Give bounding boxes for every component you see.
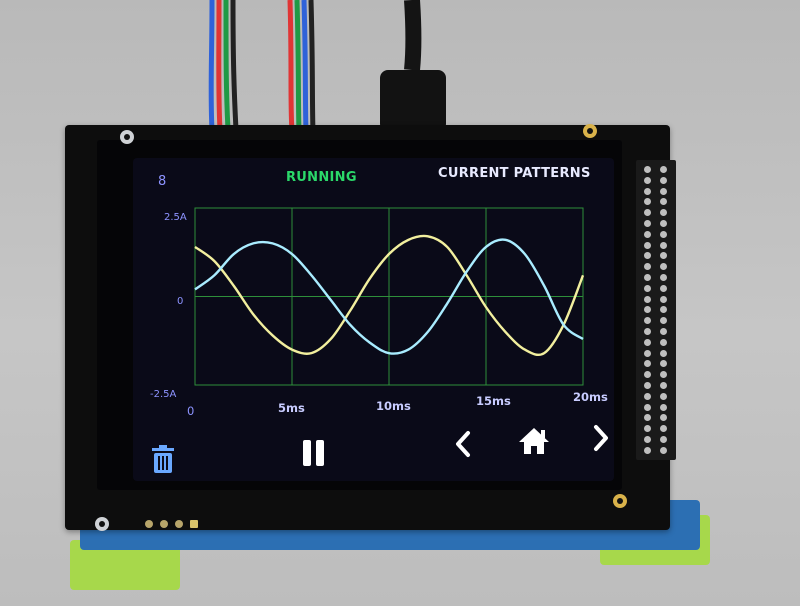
header-pin <box>660 436 667 443</box>
header-pin <box>644 446 651 454</box>
header-pin <box>644 328 651 335</box>
header-pin <box>660 295 667 303</box>
connector-pad <box>145 520 153 528</box>
header-pin <box>644 209 651 217</box>
header-pin <box>660 306 667 314</box>
header-pin <box>660 371 667 379</box>
header-pin <box>660 252 667 260</box>
header-pin <box>660 360 667 368</box>
pause-icon[interactable] <box>301 438 327 468</box>
header-pin <box>660 414 667 422</box>
header-pin <box>644 414 651 422</box>
header-pin <box>644 317 651 325</box>
connector-pad <box>175 520 183 528</box>
header-pin <box>660 338 667 346</box>
mount-hole <box>613 494 627 508</box>
header-pin <box>644 295 651 303</box>
header-pin <box>644 382 651 389</box>
header-pin <box>644 263 651 271</box>
header-pin <box>644 360 651 368</box>
header-pin <box>660 209 667 217</box>
header-pin <box>644 436 651 443</box>
chevron-left-icon[interactable] <box>453 430 473 458</box>
header-pin <box>660 328 667 335</box>
header-pin <box>644 392 651 400</box>
header-pin <box>660 382 667 389</box>
header-pin <box>644 230 651 238</box>
pin-header <box>636 160 676 460</box>
header-pin <box>660 392 667 400</box>
header-pin <box>644 166 651 173</box>
header-pin <box>660 263 667 271</box>
chevron-right-icon[interactable] <box>591 424 611 452</box>
header-pin <box>660 166 667 173</box>
header-pin <box>644 284 651 292</box>
header-pin <box>660 230 667 238</box>
trash-icon[interactable] <box>150 444 176 474</box>
header-pin <box>644 306 651 314</box>
header-pin <box>660 187 667 195</box>
header-pin <box>644 403 651 411</box>
connector-pad <box>190 520 198 528</box>
header-pin <box>644 241 651 249</box>
header-pin <box>644 198 651 206</box>
header-pin <box>644 338 651 346</box>
mount-hole <box>583 124 597 138</box>
header-pin <box>660 284 667 292</box>
header-pin <box>644 371 651 379</box>
header-pin <box>644 176 651 184</box>
header-pin <box>660 349 667 357</box>
lcd-screen: 8 RUNNING CURRENT PATTERNS 2.5A 0 -2.5A … <box>133 158 614 481</box>
header-pin <box>644 252 651 260</box>
header-pin <box>660 317 667 325</box>
connector-pad <box>160 520 168 528</box>
mount-hole <box>120 130 134 144</box>
header-pin <box>660 220 667 227</box>
header-pin <box>644 187 651 195</box>
header-pin <box>660 198 667 206</box>
home-icon[interactable] <box>517 426 551 456</box>
header-pin <box>660 446 667 454</box>
header-pin <box>660 176 667 184</box>
header-pin <box>644 220 651 227</box>
grid <box>194 207 584 386</box>
header-pin <box>660 425 667 433</box>
header-pin <box>644 425 651 433</box>
header-pin <box>660 403 667 411</box>
mount-hole <box>95 517 109 531</box>
header-pin <box>644 274 651 281</box>
header-pin <box>644 349 651 357</box>
header-pin <box>660 274 667 281</box>
header-pin <box>660 241 667 249</box>
